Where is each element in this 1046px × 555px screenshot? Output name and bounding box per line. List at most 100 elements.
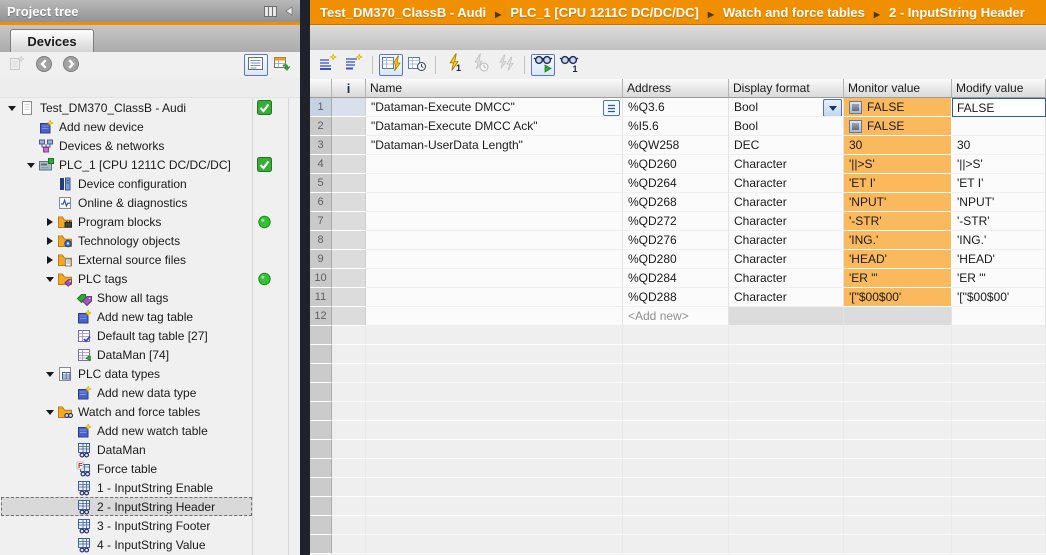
- cell-display-format[interactable]: Character: [729, 155, 844, 174]
- tree-item[interactable]: PLC tags: [0, 269, 300, 288]
- monitor-value-checkbox[interactable]: [849, 101, 862, 114]
- expander-icon[interactable]: [5, 101, 19, 115]
- tree-item[interactable]: Watch and force tables: [0, 402, 300, 421]
- cell-display-format[interactable]: Bool: [729, 98, 844, 117]
- expander-icon[interactable]: [43, 367, 57, 381]
- monitor-visible-once-button[interactable]: 1: [557, 54, 581, 76]
- cell-modify-value[interactable]: [952, 307, 1046, 326]
- breadcrumb-item[interactable]: Watch and force tables: [723, 5, 865, 20]
- column-header-monitor-value[interactable]: Monitor value: [844, 79, 952, 98]
- row-number[interactable]: 2: [310, 117, 332, 136]
- tree-item[interactable]: Show all tags: [0, 288, 300, 307]
- cell-monitor-value[interactable]: FALSE: [844, 98, 952, 117]
- cell-monitor-value[interactable]: FALSE: [844, 117, 952, 136]
- cell-display-format[interactable]: Character: [729, 231, 844, 250]
- cell-address[interactable]: %I5.6: [623, 117, 729, 136]
- cell-name[interactable]: "Dataman-UserData Length": [366, 136, 623, 155]
- cell-monitor-value[interactable]: 'ET I': [844, 174, 952, 193]
- breadcrumb-item[interactable]: Test_DM370_ClassB - Audi: [320, 5, 486, 20]
- expander-icon[interactable]: [43, 405, 57, 419]
- cell-name[interactable]: [366, 269, 623, 288]
- cell-name[interactable]: [366, 307, 623, 326]
- navigate-back-button[interactable]: [32, 54, 56, 76]
- add-row-button[interactable]: [342, 54, 366, 76]
- cell-name[interactable]: [366, 212, 623, 231]
- cell-address[interactable]: %QD260: [623, 155, 729, 174]
- tree-item[interactable]: FForce table: [0, 459, 300, 478]
- display-format-dropdown-button[interactable]: [823, 99, 842, 117]
- cell-modify-value[interactable]: [952, 117, 1046, 136]
- row-number[interactable]: 4: [310, 155, 332, 174]
- cell-display-format[interactable]: Character: [729, 250, 844, 269]
- cell-name[interactable]: [366, 193, 623, 212]
- tree-item[interactable]: Add new watch table: [0, 421, 300, 440]
- tree-item[interactable]: 4 - InputString Value: [0, 535, 300, 554]
- cell-monitor-value[interactable]: 'HEAD': [844, 250, 952, 269]
- tree-item[interactable]: Technology objects: [0, 231, 300, 250]
- cell-address[interactable]: <Add new>: [623, 307, 729, 326]
- monitor-all-button[interactable]: [379, 54, 403, 76]
- row-number[interactable]: 12: [310, 307, 332, 326]
- expander-icon[interactable]: [43, 234, 57, 248]
- cell-modify-value[interactable]: 'ING.': [952, 231, 1046, 250]
- details-view-button[interactable]: [244, 54, 268, 76]
- cell-modify-value[interactable]: '-STR': [952, 212, 1046, 231]
- tree-item[interactable]: Devices & networks: [0, 136, 300, 155]
- cell-monitor-value[interactable]: 'ING.': [844, 231, 952, 250]
- navigate-forward-button[interactable]: [59, 54, 83, 76]
- breadcrumb-item[interactable]: 2 - InputString Header: [889, 5, 1025, 20]
- monitor-value-checkbox[interactable]: [849, 120, 862, 133]
- cell-modify-value[interactable]: 'HEAD': [952, 250, 1046, 269]
- new-object-button[interactable]: [5, 54, 29, 76]
- row-number[interactable]: 9: [310, 250, 332, 269]
- cell-modify-value[interactable]: '||>S': [952, 155, 1046, 174]
- tree-item[interactable]: Default tag table [27]: [0, 326, 300, 345]
- cell-monitor-value[interactable]: '||>S': [844, 155, 952, 174]
- tree-item[interactable]: Test_DM370_ClassB - Audi: [0, 98, 300, 117]
- cell-modify-value[interactable]: 'NPUT': [952, 193, 1046, 212]
- tree-item[interactable]: 2 - InputString Header: [0, 497, 300, 516]
- cell-name[interactable]: "Dataman-Execute DMCC": [366, 98, 623, 117]
- cell-display-format[interactable]: DEC: [729, 136, 844, 155]
- column-header-modify-value[interactable]: Modify value: [952, 79, 1046, 98]
- monitor-once-button[interactable]: [405, 54, 429, 76]
- cell-name[interactable]: [366, 231, 623, 250]
- modify-with-trigger-button[interactable]: [468, 54, 492, 76]
- cell-address[interactable]: %QD268: [623, 193, 729, 212]
- tree-item[interactable]: 1 - InputString Enable: [0, 478, 300, 497]
- tree-item[interactable]: 3 - InputString Footer: [0, 516, 300, 535]
- cell-modify-value[interactable]: 30: [952, 136, 1046, 155]
- cell-monitor-value[interactable]: [844, 307, 952, 326]
- row-number[interactable]: 5: [310, 174, 332, 193]
- row-number[interactable]: 3: [310, 136, 332, 155]
- panel-divider[interactable]: [300, 0, 310, 555]
- cell-display-format[interactable]: Bool: [729, 117, 844, 136]
- expander-icon[interactable]: [43, 253, 57, 267]
- column-header-info[interactable]: i: [332, 79, 366, 98]
- collapse-panel-icon[interactable]: [284, 6, 293, 16]
- cell-address[interactable]: %QD288: [623, 288, 729, 307]
- cell-name[interactable]: [366, 288, 623, 307]
- modify-all-button[interactable]: [494, 54, 518, 76]
- column-header-display-format[interactable]: Display format: [729, 79, 844, 98]
- tree-item[interactable]: Online & diagnostics: [0, 193, 300, 212]
- row-number[interactable]: 7: [310, 212, 332, 231]
- insert-row-button[interactable]: [316, 54, 340, 76]
- modify-value-input[interactable]: FALSE: [952, 98, 1046, 117]
- tag-selector-button[interactable]: [603, 100, 620, 116]
- cell-address[interactable]: %QD280: [623, 250, 729, 269]
- tab-devices[interactable]: Devices: [10, 29, 94, 52]
- tree-item[interactable]: PLC_1 [CPU 1211C DC/DC/DC]: [0, 155, 300, 174]
- cell-display-format[interactable]: Character: [729, 288, 844, 307]
- tree-item[interactable]: Add new data type: [0, 383, 300, 402]
- expander-icon[interactable]: [43, 215, 57, 229]
- cell-modify-value[interactable]: 'ER "': [952, 269, 1046, 288]
- cell-name[interactable]: [366, 155, 623, 174]
- cell-address[interactable]: %QD264: [623, 174, 729, 193]
- row-number[interactable]: 8: [310, 231, 332, 250]
- cell-display-format[interactable]: [729, 307, 844, 326]
- cell-address[interactable]: %QD276: [623, 231, 729, 250]
- tree-item[interactable]: Add new tag table: [0, 307, 300, 326]
- row-number[interactable]: 11: [310, 288, 332, 307]
- cell-monitor-value[interactable]: 'NPUT': [844, 193, 952, 212]
